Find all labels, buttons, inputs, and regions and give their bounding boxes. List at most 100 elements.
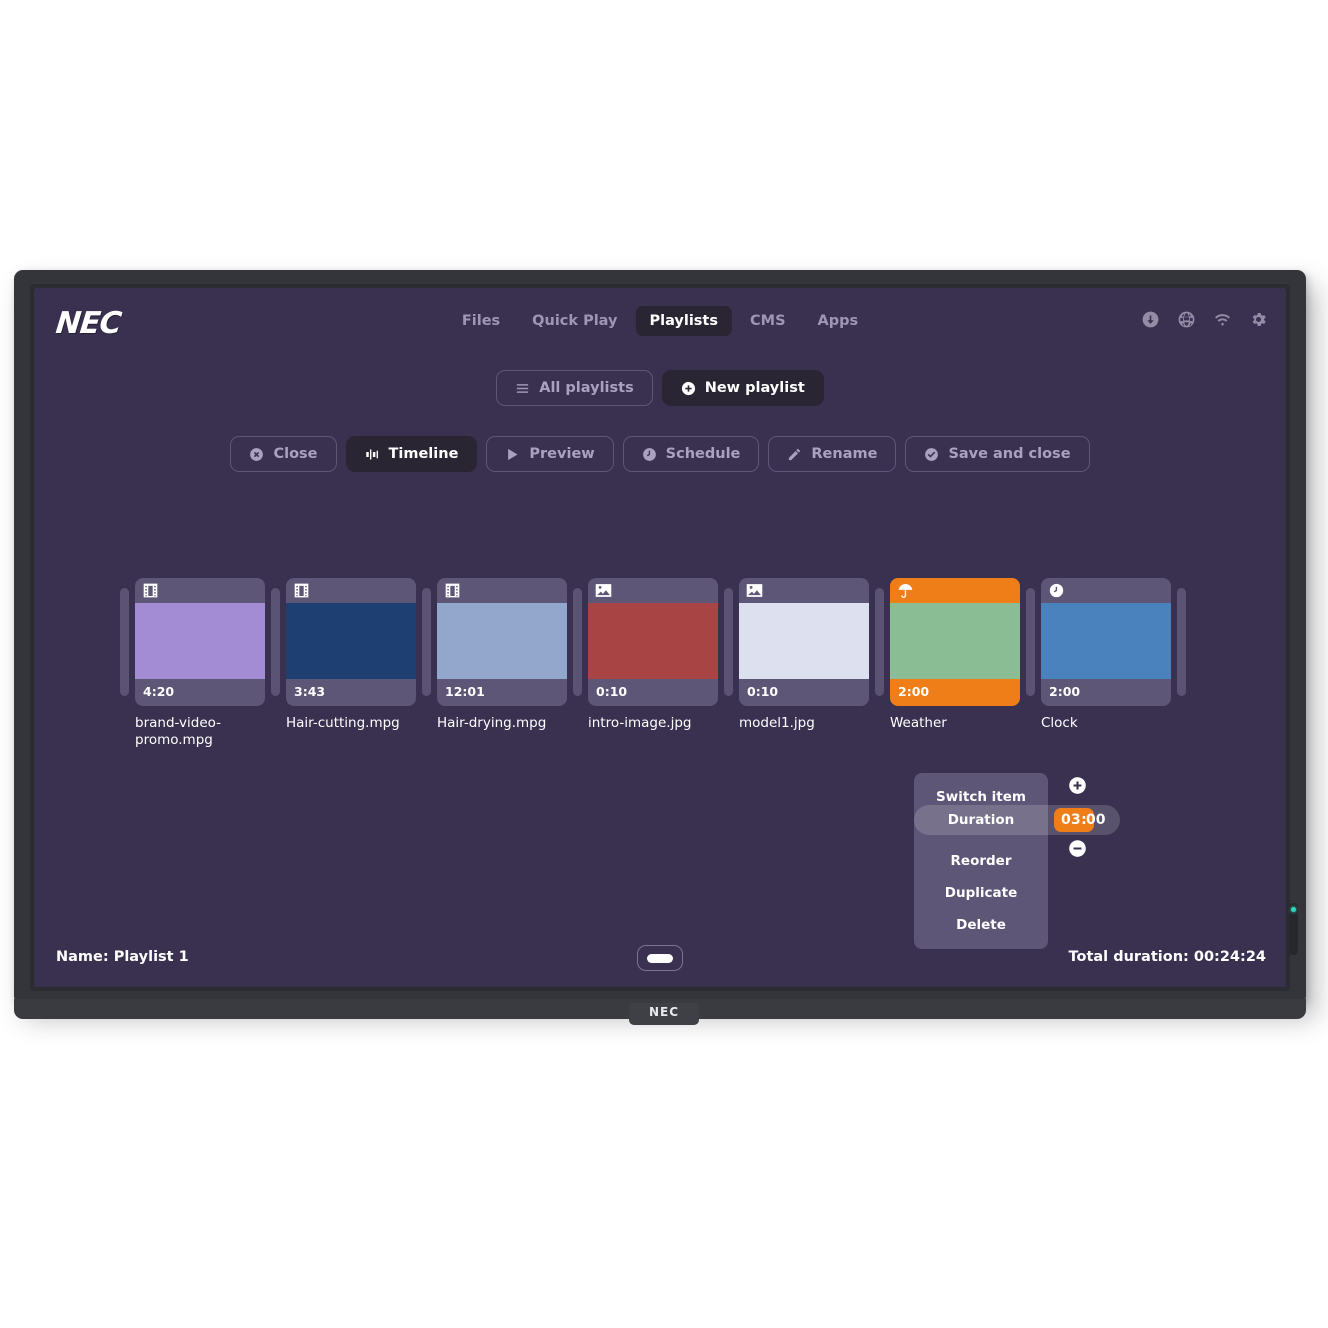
timeline-item[interactable]: 3:43 Hair-cutting.mpg xyxy=(286,578,416,732)
context-menu-duration-label: Duration xyxy=(947,812,1015,828)
clock-icon xyxy=(1048,583,1065,598)
card-footer: 0:10 xyxy=(588,679,718,706)
item-name: brand-video-promo.mpg xyxy=(135,715,222,748)
timeline-item-card[interactable]: 4:20 xyxy=(135,578,265,706)
timeline-item[interactable]: 12:01 Hair-drying.mpg xyxy=(437,578,567,732)
image-icon xyxy=(595,583,612,598)
timeline-button-label: Timeline xyxy=(388,446,459,462)
timeline-item-card[interactable]: 3:43 xyxy=(286,578,416,706)
drag-handle[interactable] xyxy=(1026,588,1035,696)
nav-item-files[interactable]: Files xyxy=(448,306,514,336)
save-and-close-button[interactable]: Save and close xyxy=(905,436,1090,472)
all-playlists-button[interactable]: All playlists xyxy=(496,370,653,406)
plus-circle-icon xyxy=(681,381,696,396)
drag-handle[interactable] xyxy=(120,588,129,696)
display-screen: NEC Files Quick Play Playlists CMS Apps xyxy=(34,288,1286,987)
status-icon-group xyxy=(1141,310,1268,329)
gear-icon[interactable] xyxy=(1249,310,1268,329)
item-duration: 2:00 xyxy=(1049,684,1081,699)
item-context-menu: Switch item Reorder Duplicate Delete xyxy=(914,773,1048,949)
umbrella-icon xyxy=(897,583,914,598)
top-navigation-bar: NEC Files Quick Play Playlists CMS Apps xyxy=(34,288,1286,346)
item-duration: 12:01 xyxy=(445,684,485,699)
drag-handle[interactable] xyxy=(724,588,733,696)
main-nav: Files Quick Play Playlists CMS Apps xyxy=(448,306,872,336)
card-footer: 0:10 xyxy=(739,679,869,706)
nav-item-cms[interactable]: CMS xyxy=(736,306,800,336)
item-name: Hair-cutting.mpg xyxy=(286,715,400,731)
new-playlist-label: New playlist xyxy=(704,380,805,396)
close-button[interactable]: Close xyxy=(230,436,337,472)
drag-handle[interactable] xyxy=(271,588,280,696)
nec-display-monitor: NEC Files Quick Play Playlists CMS Apps xyxy=(14,270,1306,1019)
clock-icon xyxy=(642,447,657,462)
item-thumbnail xyxy=(1041,603,1171,679)
timeline-item[interactable]: 4:20 brand-video-promo.mpg xyxy=(135,578,265,749)
card-header xyxy=(1041,578,1171,603)
timeline-item[interactable]: 0:10 model1.jpg xyxy=(739,578,869,732)
download-icon[interactable] xyxy=(1141,310,1160,329)
card-footer: 12:01 xyxy=(437,679,567,706)
film-icon xyxy=(444,583,461,598)
card-footer: 2:00 xyxy=(890,679,1020,706)
nec-logo: NEC xyxy=(54,306,123,341)
card-footer: 3:43 xyxy=(286,679,416,706)
timeline-item[interactable]: 0:10 intro-image.jpg xyxy=(588,578,718,732)
context-menu-duration-row[interactable]: Duration 03: 00 xyxy=(914,805,1120,835)
rename-button-label: Rename xyxy=(811,446,878,462)
card-header xyxy=(588,578,718,603)
close-button-label: Close xyxy=(273,446,318,462)
collapse-handle-button[interactable] xyxy=(637,945,683,971)
context-menu-duplicate[interactable]: Duplicate xyxy=(914,877,1048,909)
card-header xyxy=(135,578,265,603)
item-name: model1.jpg xyxy=(739,715,815,731)
timeline-item-card[interactable]: 0:10 xyxy=(588,578,718,706)
item-duration: 3:43 xyxy=(294,684,326,699)
globe-icon[interactable] xyxy=(1177,310,1196,329)
drag-handle[interactable] xyxy=(573,588,582,696)
timeline-button[interactable]: Timeline xyxy=(345,436,478,472)
item-thumbnail xyxy=(588,603,718,679)
rename-button[interactable]: Rename xyxy=(768,436,897,472)
timeline-item-card[interactable]: 0:10 xyxy=(739,578,869,706)
playlist-action-bar: All playlists New playlist xyxy=(34,370,1286,406)
timeline-item-card[interactable]: 2:00 xyxy=(890,578,1020,706)
playlist-edit-toolbar: Close Timeline Preview Schedule Rename S… xyxy=(34,436,1286,472)
timeline-item-selected[interactable]: 2:00 Weather xyxy=(890,578,1020,732)
timeline-item-card[interactable]: 12:01 xyxy=(437,578,567,706)
card-header xyxy=(890,578,1020,603)
film-icon xyxy=(293,583,310,598)
hamburger-icon xyxy=(515,381,530,396)
ir-sensor-strip xyxy=(1289,903,1298,955)
duration-decrement-button[interactable] xyxy=(1068,839,1087,858)
card-header xyxy=(286,578,416,603)
item-thumbnail xyxy=(437,603,567,679)
drag-handle[interactable] xyxy=(1177,588,1186,696)
timeline-item[interactable]: 2:00 Clock xyxy=(1041,578,1171,732)
timeline-icon xyxy=(365,447,380,462)
bezel-nec-logo: NEC xyxy=(629,1003,699,1025)
context-menu-reorder[interactable]: Reorder xyxy=(914,845,1048,877)
duration-increment-button[interactable] xyxy=(1068,776,1087,795)
item-duration: 4:20 xyxy=(143,684,175,699)
duration-value-rest[interactable]: 00 xyxy=(1086,808,1105,832)
new-playlist-button[interactable]: New playlist xyxy=(661,370,824,406)
drag-handle[interactable] xyxy=(875,588,884,696)
nav-item-quick-play[interactable]: Quick Play xyxy=(518,306,631,336)
collapse-handle-bar xyxy=(647,953,673,963)
image-icon xyxy=(746,583,763,598)
item-thumbnail xyxy=(739,603,869,679)
drag-handle[interactable] xyxy=(422,588,431,696)
card-footer: 2:00 xyxy=(1041,679,1171,706)
preview-button[interactable]: Preview xyxy=(486,436,614,472)
nav-item-apps[interactable]: Apps xyxy=(804,306,873,336)
item-thumbnail xyxy=(890,603,1020,679)
item-name: intro-image.jpg xyxy=(588,715,692,731)
wifi-icon[interactable] xyxy=(1213,310,1232,329)
timeline-item-card[interactable]: 2:00 xyxy=(1041,578,1171,706)
item-name: Hair-drying.mpg xyxy=(437,715,547,731)
item-thumbnail xyxy=(286,603,416,679)
schedule-button[interactable]: Schedule xyxy=(622,436,760,472)
nav-item-playlists[interactable]: Playlists xyxy=(635,306,732,336)
context-menu-delete[interactable]: Delete xyxy=(914,909,1048,941)
